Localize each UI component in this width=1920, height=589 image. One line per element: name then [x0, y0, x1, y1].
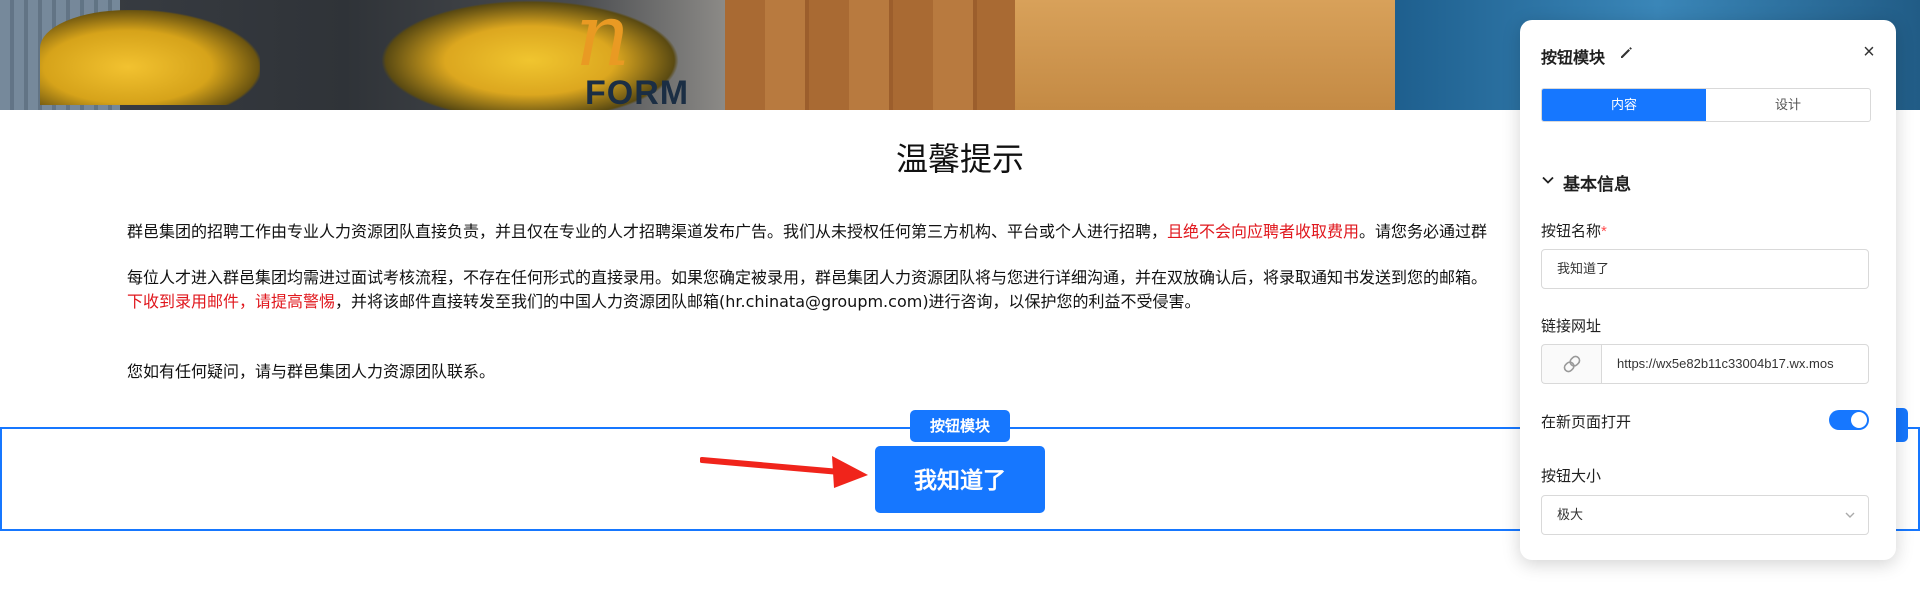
toggle-knob: [1851, 412, 1867, 428]
notice-paragraph-3: 您如有任何疑问，请与群邑集团人力资源团队联系。: [127, 362, 496, 381]
notice-paragraph-2: 每位人才进入群邑集团均需进过面试考核流程，不存在任何形式的直接录用。如果您确定被…: [127, 266, 1487, 314]
button-size-value: 极大: [1557, 507, 1584, 522]
banner-motorcycle: [40, 10, 260, 105]
link-icon: [1563, 355, 1581, 373]
i-know-button[interactable]: 我知道了: [875, 446, 1045, 513]
button-name-label: 按钮名称*: [1541, 223, 1607, 240]
link-url-input[interactable]: https://wx5e82b11c33004b17.wx.mos: [1601, 344, 1869, 384]
panel-title: 按钮模块: [1541, 50, 1606, 67]
button-settings-panel: 按钮模块 × 内容 设计 基本信息 按钮名称* 我知道了 链接网址 https:…: [1520, 20, 1896, 560]
section-basic-info[interactable]: 基本信息: [1563, 170, 1631, 195]
banner-logo-text: FORM: [585, 74, 690, 110]
block-type-tag[interactable]: 按钮模块: [910, 410, 1010, 442]
red-arrow-annotation: [700, 456, 868, 488]
notice-text: 每位人才进入群邑集团均需进过面试考核流程，不存在任何形式的直接录用。如果您确定被…: [127, 268, 1488, 287]
notice-text: 群邑集团的招聘工作由专业人力资源团队直接负责，并且仅在专业的人才招聘渠道发布广告…: [127, 222, 1168, 241]
notice-text: 。请您务必通过群: [1359, 222, 1488, 241]
button-size-label: 按钮大小: [1541, 468, 1602, 485]
open-new-page-toggle[interactable]: [1829, 410, 1869, 430]
chevron-down-icon: [1845, 512, 1855, 518]
panel-tabs: 内容 设计: [1541, 88, 1871, 122]
close-icon[interactable]: ×: [1859, 42, 1879, 62]
tab-design[interactable]: 设计: [1706, 89, 1870, 121]
notice-paragraph-1: 群邑集团的招聘工作由专业人力资源团队直接负责，并且仅在专业的人才招聘渠道发布广告…: [127, 220, 1487, 244]
banner-wood-panel: [1015, 0, 1395, 110]
new-page-label: 在新页面打开: [1541, 414, 1632, 431]
notice-highlight: 下收到录用邮件，请提高警惕: [127, 292, 336, 311]
block-edge-handle[interactable]: [1896, 408, 1908, 442]
notice-highlight: 且绝不会向应聘者收取费用: [1167, 222, 1360, 241]
notice-text: ，并将该邮件直接转发至我们的中国人力资源团队邮箱(hr.chinata@grou…: [335, 292, 1201, 311]
tab-content[interactable]: 内容: [1542, 89, 1706, 121]
link-url-label: 链接网址: [1541, 318, 1602, 335]
button-size-select[interactable]: 极大: [1541, 495, 1869, 535]
chevron-down-icon[interactable]: [1541, 173, 1555, 187]
link-prefix-addon: [1541, 344, 1601, 384]
edit-pencil-icon[interactable]: [1618, 44, 1634, 60]
button-name-input[interactable]: 我知道了: [1541, 249, 1869, 289]
required-mark: *: [1601, 223, 1607, 240]
banner-logo-mark: n: [575, 0, 631, 86]
banner-wall: [725, 0, 1015, 110]
